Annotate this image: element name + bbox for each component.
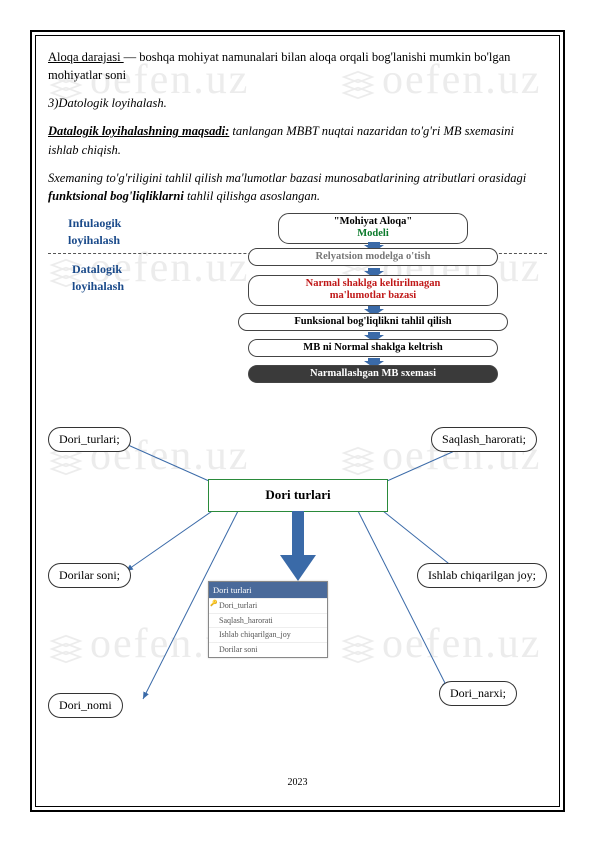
footer-year: 2023 [48,776,547,791]
attr-ishlab-chiqarilgan: Ishlab chiqarilgan joy; [417,563,547,588]
attr-dori-nomi: Dori_nomi [48,693,123,718]
flowbox-narmallashgan: Narmallashgan MB sxemasi [248,365,498,384]
term-funktsional: funktsional bog'liqliklarni [48,189,184,203]
paragraph-sxema: Sxemaning to'g'riligini tahlil qilish ma… [48,169,547,205]
paragraph-maqsad: Datalogik loyihalashning maqsadi: tanlan… [48,122,547,158]
flowbox-title: "Mohiyat Aloqa" [334,216,412,227]
attr-dori-narxi: Dori_narxi; [439,681,517,706]
term-datalogik-maqsad: Datalogik loyihalashning maqsadi: [48,124,229,138]
arrow-down-icon [364,355,384,365]
paragraph-aloqa: Aloqa darajasi — boshqa mohiyat namunala… [48,48,547,84]
flowbox-label: Relyatsion modelga o'tish [316,251,431,262]
page-content: Aloqa darajasi — boshqa mohiyat namunala… [48,48,547,794]
flowbox-line1: Narmal shaklga keltirilmagan [306,278,441,289]
attr-dori-turlari: Dori_turlari; [48,427,131,452]
label-infulaogik: Infulaogik loyihalash [68,215,168,250]
flowbox-line2: ma'lumotlar bazasi [330,290,416,301]
db-table-header: Dori turlari [209,582,327,598]
er-diagram: Dori_turlari; Saqlash_harorati; Dori tur… [48,423,547,723]
arrow-down-icon [364,265,384,275]
big-arrow-down-icon [280,511,316,581]
term-aloqa-darajasi: Aloqa darajasi [48,50,124,64]
db-table-row: Dori_turlari [209,598,327,613]
db-table-row: Ishlab chiqarilgan_joy [209,627,327,642]
attr-dorilar-soni: Dorilar soni; [48,563,131,588]
db-table-row: Dorilar soni [209,642,327,657]
flowbox-relyatsion: Relyatsion modelga o'tish [248,248,498,267]
label-datalogik: Datalogik loyihalash [72,261,172,296]
arrow-down-icon [364,329,384,339]
flowbox-narmal-shaklga: Narmal shaklga keltirilmagan ma'lumotlar… [248,275,498,306]
flowchart-diagram: Infulaogik loyihalash Datalogik loyihala… [48,215,547,405]
arrow-down-icon [364,303,384,313]
text-sxema-c: tahlil qilishga asoslangan. [184,189,320,203]
entity-dori-turlari: Dori turlari [208,479,388,512]
heading-datologik: 3)Datologik loyihalash. [48,94,547,112]
db-table-dori-turlari: Dori turlari Dori_turlari Saqlash_harora… [208,581,328,658]
attr-saqlash-harorati: Saqlash_harorati; [431,427,537,452]
db-table-row: Saqlash_harorati [209,613,327,628]
text-sxema-a: Sxemaning to'g'riligini tahlil qilish ma… [48,171,526,185]
